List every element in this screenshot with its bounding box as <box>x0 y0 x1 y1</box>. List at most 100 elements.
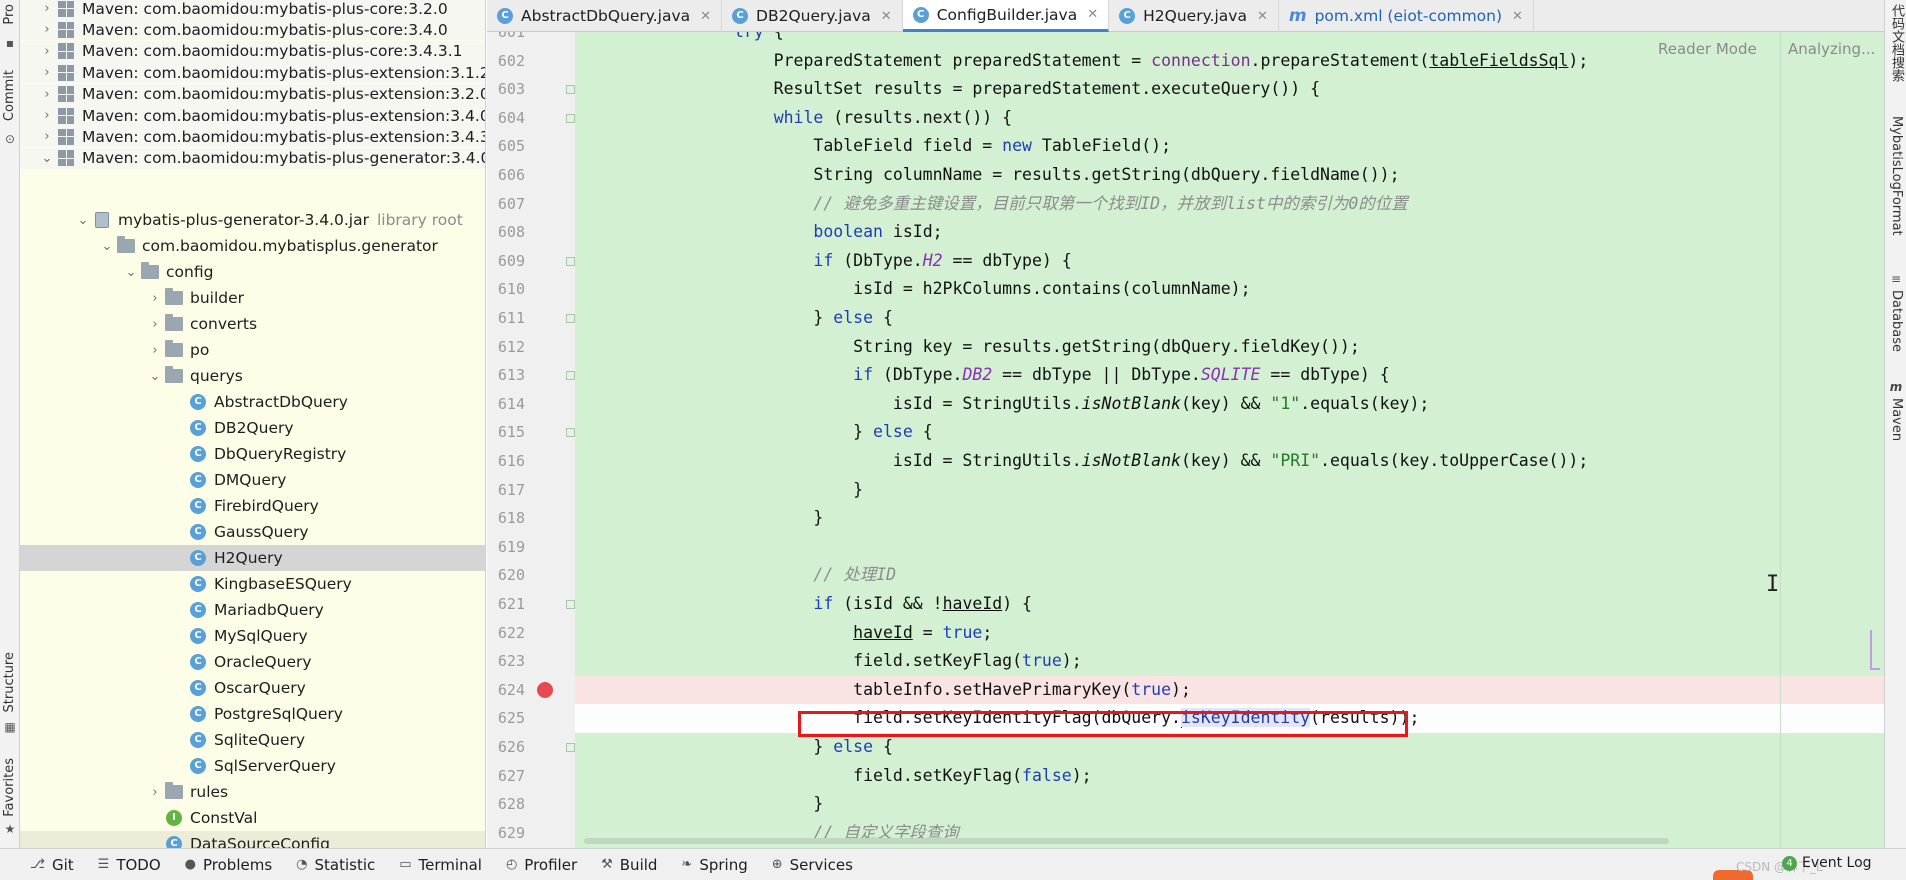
tree-class-SqliteQuery[interactable]: C SqliteQuery <box>20 727 485 753</box>
toolwindow-statistic[interactable]: ◔ Statistic <box>296 856 375 874</box>
code-line-618[interactable]: } <box>575 504 1884 533</box>
fold-marker-icon[interactable] <box>566 85 575 95</box>
editor-gutter[interactable]: 601 602 603 604 605 606 607 608 609 610 611 612 613 6… <box>487 32 575 848</box>
code-line-610[interactable]: isId = h2PkColumns.contains(columnName); <box>575 275 1884 304</box>
tree-folder-converts[interactable]: › converts <box>20 311 485 337</box>
chevron-right-icon[interactable]: › <box>38 1 56 16</box>
toolwindow-profiler[interactable]: ◴ Profiler <box>506 856 577 874</box>
tree-rules-folder[interactable]: › rules <box>20 779 485 805</box>
editor-tab[interactable]: C DB2Query.java ✕ <box>722 0 903 32</box>
tree-class-OracleQuery[interactable]: C OracleQuery <box>20 649 485 675</box>
code-line-616[interactable]: isId = StringUtils.isNotBlank(key) && "P… <box>575 447 1884 476</box>
breakpoint-icon[interactable] <box>537 681 553 698</box>
structure-tool-tab[interactable]: Structure <box>1 652 19 712</box>
doc-search-tool-tab[interactable]: 代码文档搜索 <box>1887 4 1905 82</box>
chevron-right-icon[interactable]: › <box>38 108 56 123</box>
project-tool-tab[interactable]: Pro <box>1 4 19 25</box>
tree-maven-lib[interactable]: › Maven: com.baomidou:mybatis-plus-extens… <box>20 83 485 105</box>
code-line-622[interactable]: haveId = true; <box>575 619 1884 648</box>
chevron-down-icon[interactable]: ⌄ <box>38 151 56 166</box>
editor-tab[interactable]: m pom.xml (eiot-common) ✕ <box>1279 0 1534 32</box>
tree-class-DMQuery[interactable]: C DMQuery <box>20 467 485 493</box>
tree-jar[interactable]: ⌄ mybatis-plus-generator-3.4.0.jar libra… <box>20 207 485 233</box>
tree-folder-builder[interactable]: › builder <box>20 285 485 311</box>
tree-maven-lib[interactable]: › Maven: com.baomidou:mybatis-plus-core:3… <box>20 19 485 41</box>
code-line-627[interactable]: field.setKeyFlag(false); <box>575 762 1884 791</box>
code-line-604[interactable]: while (results.next()) { <box>575 104 1884 133</box>
code-line-607[interactable]: // 避免多重主键设置，目前只取第一个找到ID，并放到list中的索引为0的位置 <box>575 190 1884 219</box>
code-line-605[interactable]: TableField field = new TableField(); <box>575 132 1884 161</box>
tree-class-PostgreSqlQuery[interactable]: C PostgreSqlQuery <box>20 701 485 727</box>
toolwindow-services[interactable]: ⊕ Services <box>772 856 853 874</box>
code-line-613[interactable]: if (DbType.DB2 == dbType || DbType.SQLIT… <box>575 361 1884 390</box>
tree-datasourceconfig[interactable]: C DataSourceConfig <box>20 831 485 848</box>
chevron-right-icon[interactable]: › <box>38 65 56 80</box>
toolwindow-git[interactable]: ⎇ Git <box>30 856 74 874</box>
code-line-624[interactable]: tableInfo.setHavePrimaryKey(true); <box>575 675 1884 705</box>
code-line-626[interactable]: } else { <box>575 733 1884 762</box>
fold-marker-icon[interactable] <box>566 113 575 123</box>
code-line-609[interactable]: if (DbType.H2 == dbType) { <box>575 247 1884 276</box>
chevron-down-icon[interactable]: ⌄ <box>74 213 92 228</box>
code-line-623[interactable]: field.setKeyFlag(true); <box>575 647 1884 676</box>
maven-tool-tab[interactable]: Maven <box>1887 398 1905 441</box>
tree-class-AbstractDbQuery[interactable]: C AbstractDbQuery <box>20 389 485 415</box>
editor-tab[interactable]: C AbstractDbQuery.java ✕ <box>487 0 723 32</box>
toolwindow-spring[interactable]: ❧ Spring <box>681 856 747 874</box>
chevron-right-icon[interactable]: › <box>38 129 56 144</box>
fold-marker-icon[interactable] <box>566 371 575 381</box>
tree-maven-lib[interactable]: › Maven: com.baomidou:mybatis-plus-extens… <box>20 105 485 126</box>
tree-constval[interactable]: I ConstVal <box>20 805 485 831</box>
toolwindow-terminal[interactable]: ▭ Terminal <box>399 856 482 874</box>
toolwindow-problems[interactable]: ● Problems <box>185 856 272 874</box>
code-line-619[interactable] <box>575 533 1884 562</box>
tree-class-SqlServerQuery[interactable]: C SqlServerQuery <box>20 753 485 779</box>
chevron-right-icon[interactable]: › <box>146 343 164 358</box>
code-line-606[interactable]: String columnName = results.getString(db… <box>575 161 1884 190</box>
fold-marker-icon[interactable] <box>566 428 575 438</box>
tree-class-GaussQuery[interactable]: C GaussQuery <box>20 519 485 545</box>
chevron-down-icon[interactable]: ⌄ <box>146 369 164 384</box>
tree-package[interactable]: ⌄ com.baomidou.mybatisplus.generator <box>20 233 485 259</box>
reader-mode-button[interactable]: Reader Mode <box>1658 40 1757 58</box>
tree-folder-po[interactable]: › po <box>20 337 485 363</box>
fold-marker-icon[interactable] <box>566 600 575 609</box>
tree-maven-lib[interactable]: › Maven: com.baomidou:mybatis-plus-extens… <box>20 62 485 84</box>
close-icon[interactable]: ✕ <box>1512 9 1523 24</box>
chevron-right-icon[interactable]: › <box>38 87 56 102</box>
code-line-617[interactable]: } <box>575 476 1884 505</box>
tree-maven-lib[interactable]: ⌄ Maven: com.baomidou:mybatis-plus-genera… <box>20 147 485 169</box>
toolwindow-todo[interactable]: ☰ TODO <box>98 856 161 874</box>
tree-maven-lib[interactable]: › Maven: com.baomidou:mybatis-plus-core:3… <box>20 40 485 62</box>
code-line-614[interactable]: isId = StringUtils.isNotBlank(key) && "1… <box>575 390 1884 419</box>
tree-class-H2Query[interactable]: C H2Query <box>20 545 485 571</box>
tree-maven-lib[interactable]: › Maven: com.baomidou:mybatis-plus-extens… <box>20 126 485 148</box>
mybatis-log-format-tool-tab[interactable]: MybatisLogFormat <box>1887 116 1905 236</box>
close-icon[interactable]: ✕ <box>1257 9 1268 24</box>
code-line-615[interactable]: } else { <box>575 418 1884 447</box>
tree-class-OscarQuery[interactable]: C OscarQuery <box>20 675 485 701</box>
fold-marker-icon[interactable] <box>566 314 575 323</box>
tree-class-DbQueryRegistry[interactable]: C DbQueryRegistry <box>20 441 485 467</box>
horizontal-scrollbar[interactable] <box>584 838 1669 844</box>
code-line-611[interactable]: } else { <box>575 304 1884 333</box>
tree-querys-folder[interactable]: ⌄ querys <box>20 363 485 389</box>
code-line-608[interactable]: boolean isId; <box>575 218 1884 247</box>
editor-tab[interactable]: C ConfigBuilder.java ✕ <box>902 0 1110 32</box>
error-stripe-marker[interactable] <box>1870 630 1880 670</box>
tree-class-MySqlQuery[interactable]: C MySqlQuery <box>20 623 485 649</box>
close-icon[interactable]: ✕ <box>700 9 711 24</box>
tree-class-DB2Query[interactable]: C DB2Query <box>20 415 485 441</box>
chevron-down-icon[interactable]: ⌄ <box>98 239 116 254</box>
code-line-628[interactable]: } <box>575 790 1884 819</box>
tree-class-FirebirdQuery[interactable]: C FirebirdQuery <box>20 493 485 519</box>
fold-marker-icon[interactable] <box>566 743 575 752</box>
fold-marker-icon[interactable] <box>566 256 575 266</box>
chevron-right-icon[interactable]: › <box>38 22 56 37</box>
tree-class-KingbaseESQuery[interactable]: C KingbaseESQuery <box>20 571 485 597</box>
code-line-621[interactable]: if (isId && !haveId) { <box>575 590 1884 619</box>
chevron-right-icon[interactable]: › <box>38 44 56 59</box>
tree-maven-lib[interactable]: › Maven: com.baomidou:mybatis-plus-core:3… <box>20 0 485 19</box>
favorites-tool-tab[interactable]: Favorites <box>1 758 19 817</box>
tree-config-folder[interactable]: ⌄ config <box>20 259 485 285</box>
